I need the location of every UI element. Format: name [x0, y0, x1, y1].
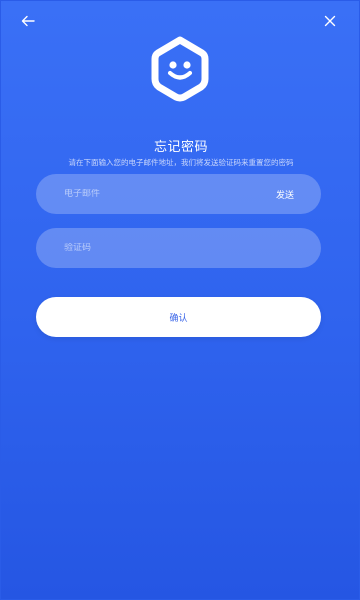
verification-code-input[interactable] [64, 243, 293, 253]
shield-smile-icon [151, 36, 209, 102]
email-input[interactable] [64, 189, 276, 199]
page-subtitle: 请在下面输入您的电子邮件地址，我们将发送验证码来重置您的密码 [68, 158, 294, 167]
forgot-password-screen: 忘记密码 请在下面输入您的电子邮件地址，我们将发送验证码来重置您的密码 发送 确… [0, 0, 360, 600]
confirm-button[interactable]: 确认 [36, 297, 321, 337]
close-button[interactable] [318, 9, 342, 33]
close-icon [324, 15, 336, 27]
email-field: 发送 [36, 174, 321, 214]
verification-code-field [36, 228, 321, 268]
send-code-button[interactable]: 发送 [276, 188, 294, 201]
arrow-left-icon [21, 15, 35, 27]
page-title: 忘记密码 [153, 140, 208, 155]
back-button[interactable] [16, 9, 40, 33]
app-logo [148, 35, 212, 103]
